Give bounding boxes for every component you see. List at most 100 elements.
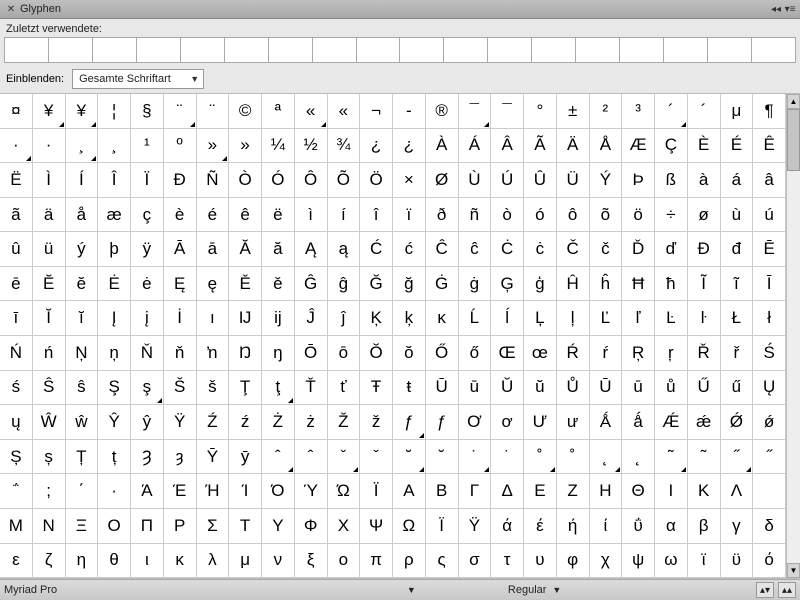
glyph-cell[interactable]: · [0,128,33,164]
glyph-cell[interactable]: ν [261,543,295,579]
glyph-cell[interactable]: Γ [458,473,492,509]
glyph-cell[interactable]: ˝ [752,439,786,475]
glyph-cell[interactable]: ć [392,231,426,267]
glyph-cell[interactable]: Ň [130,335,164,371]
glyph-cell[interactable]: ; [32,473,66,509]
glyph-cell[interactable]: θ [97,543,131,579]
glyph-cell[interactable]: ü [32,231,66,267]
glyph-cell[interactable]: ǽ [687,404,721,440]
glyph-cell[interactable]: í [327,197,361,233]
glyph-cell[interactable]: Î [97,162,131,198]
glyph-cell[interactable]: Ŷ [97,404,131,440]
glyph-cell[interactable]: đ [720,231,754,267]
glyph-cell[interactable]: Ț [65,439,99,475]
glyph-cell[interactable]: ϊ [687,543,721,579]
glyph-cell[interactable]: Σ [196,508,230,544]
glyph-cell[interactable]: č [589,231,623,267]
glyph-cell[interactable]: î [359,197,393,233]
glyph-cell[interactable]: å [65,197,99,233]
glyph-cell[interactable]: Ŭ [490,370,524,406]
glyph-cell[interactable]: Ą [294,231,328,267]
glyph-cell[interactable]: ı [196,300,230,336]
glyph-cell[interactable]: ŭ [523,370,557,406]
glyph-cell[interactable]: · [32,128,66,164]
glyph-cell[interactable]: ă [261,231,295,267]
font-style-dropdown[interactable]: Regular ▼ [416,584,654,596]
glyph-cell[interactable]: Ú [490,162,524,198]
glyph-cell[interactable]: ¥ [32,93,66,129]
glyph-cell[interactable]: Ž [327,404,361,440]
glyph-cell[interactable]: ž [359,404,393,440]
glyph-cell[interactable]: τ [490,543,524,579]
recent-slot[interactable] [531,37,576,63]
glyph-cell[interactable]: ð [425,197,459,233]
glyph-cell[interactable]: ˚ [556,439,590,475]
glyph-cell[interactable]: Ĭ [32,300,66,336]
glyph-cell[interactable]: Ż [261,404,295,440]
vertical-scrollbar[interactable]: ▲ ▼ [786,94,800,578]
glyph-cell[interactable]: ě [261,266,295,302]
glyph-cell[interactable]: Ĺ [458,300,492,336]
glyph-cell[interactable]: Ϋ [458,508,492,544]
glyph-cell[interactable]: ¯ [490,93,524,129]
glyph-cell[interactable]: Ι [654,473,688,509]
glyph-cell[interactable]: Ǽ [654,404,688,440]
scroll-up-icon[interactable]: ▲ [787,94,800,109]
glyph-cell[interactable]: γ [720,508,754,544]
glyph-cell[interactable]: Ä [556,128,590,164]
glyph-cell[interactable]: Š [163,370,197,406]
glyph-cell[interactable]: ¬ [359,93,393,129]
glyph-cell[interactable]: Ύ [294,473,328,509]
recent-slot[interactable] [4,37,49,63]
scroll-down-icon[interactable]: ▼ [787,563,800,578]
glyph-cell[interactable]: ŀ [687,300,721,336]
glyph-cell[interactable]: ş [130,370,164,406]
glyph-cell[interactable]: π [359,543,393,579]
glyph-cell[interactable]: Ť [294,370,328,406]
glyph-cell[interactable]: ł [752,300,786,336]
glyph-cell[interactable]: ˙ [490,439,524,475]
font-family-dropdown[interactable]: Myriad Pro ▼ [4,584,416,596]
glyph-cell[interactable]: ŧ [392,370,426,406]
glyph-cell[interactable]: ò [490,197,524,233]
glyph-cell[interactable]: © [228,93,262,129]
glyph-cell[interactable]: · [97,473,131,509]
glyph-cell[interactable]: Č [556,231,590,267]
glyph-cell[interactable]: ś [0,370,33,406]
glyph-cell[interactable]: ų [0,404,33,440]
glyph-cell[interactable]: ù [720,197,754,233]
glyph-cell[interactable]: Ø [425,162,459,198]
glyph-cell[interactable]: Ϊ [425,508,459,544]
glyph-cell[interactable]: ĕ [65,266,99,302]
glyph-cell[interactable]: ï [392,197,426,233]
glyph-cell[interactable]: ¨ [163,93,197,129]
glyph-cell[interactable]: Ω [392,508,426,544]
glyph-cell[interactable]: Έ [163,473,197,509]
glyph-cell[interactable]: Ñ [196,162,230,198]
glyph-cell[interactable]: æ [97,197,131,233]
glyph-cell[interactable]: Ŧ [359,370,393,406]
glyph-cell[interactable]: ŉ [196,335,230,371]
glyph-cell[interactable]: ŷ [130,404,164,440]
glyph-cell[interactable]: α [654,508,688,544]
glyph-cell[interactable]: ˇ [327,439,361,475]
glyph-cell[interactable]: ţ [261,370,295,406]
glyph-cell[interactable]: Ü [556,162,590,198]
glyph-cell[interactable]: ô [556,197,590,233]
glyph-cell[interactable]: λ [196,543,230,579]
glyph-cell[interactable]: Β [425,473,459,509]
glyph-cell[interactable]: Ù [458,162,492,198]
glyph-cell[interactable]: ŵ [65,404,99,440]
glyph-cell[interactable]: ¸ [65,128,99,164]
glyph-cell[interactable]: Δ [490,473,524,509]
glyph-cell[interactable]: ® [425,93,459,129]
glyph-cell[interactable]: ę [196,266,230,302]
glyph-cell[interactable]: Þ [621,162,655,198]
glyph-cell[interactable]: Ö [359,162,393,198]
glyph-cell[interactable]: Ώ [327,473,361,509]
glyph-cell[interactable]: ³ [621,93,655,129]
glyph-cell[interactable]: ˛ [621,439,655,475]
glyph-cell[interactable]: ¤ [0,93,33,129]
glyph-cell[interactable]: Ĵ [294,300,328,336]
glyph-cell[interactable]: Ã [523,128,557,164]
